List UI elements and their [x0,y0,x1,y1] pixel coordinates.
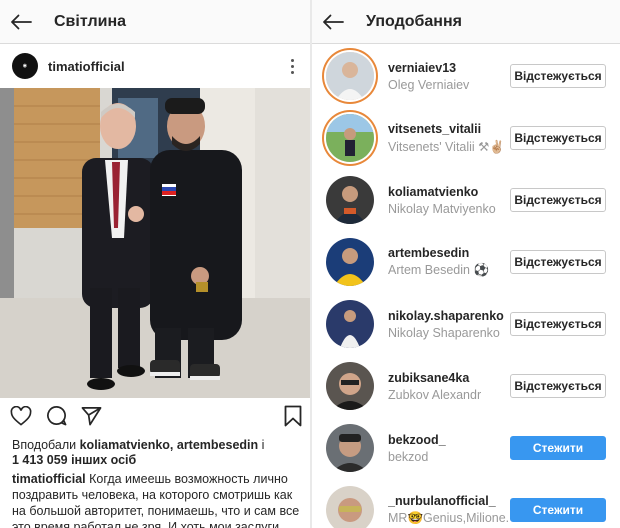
avatar[interactable] [326,424,374,472]
avatar[interactable] [326,238,374,286]
username[interactable]: koliamatvienko [388,185,508,199]
likes-screen: Уподобання verniaiev13 Oleg Verniaiev Від… [312,0,620,528]
full-name: Nikolay Matviyenko [388,201,496,216]
photo-header: Світлина [0,0,312,44]
username[interactable]: nikolay.shaparenko [388,309,508,323]
list-item[interactable]: bekzood_bekzod Стежити [312,417,620,479]
full-name: Artem Besedin ⚽ [388,263,490,277]
post-header: ◉ timatiofficial [0,44,312,88]
following-button[interactable]: Відстежується [510,126,606,150]
username[interactable]: zubiksane4ka [388,371,508,385]
photo-screen: Світлина ◉ timatiofficial Вподобали koli… [0,0,312,528]
avatar[interactable] [326,114,374,162]
list-item[interactable]: zubiksane4ka Zubkov Alexandr Відстежуєтьс… [312,355,620,417]
likes-prefix: Вподобали [12,438,80,452]
post-actions [0,398,312,438]
list-item[interactable]: _nurbulanofficial_ MR🤓Genius,Milione... С… [312,479,620,528]
following-button[interactable]: Відстежується [510,188,606,212]
photo-illustration [0,88,310,398]
page-title: Світлина [54,12,127,30]
caption-username[interactable]: timatiofficial [12,472,86,486]
list-item[interactable]: vitsenets_vitalii Vitsenets' Vitalii ⚒✌🏼 … [312,107,620,169]
heart-icon[interactable] [10,405,32,431]
following-button[interactable]: Відстежується [510,312,606,336]
full-name: MR🤓Genius,Milione... [388,511,508,525]
list-item[interactable]: verniaiev13 Oleg Verniaiev Відстежується [312,45,620,107]
full-name: Zubkov Alexandr [388,387,482,402]
full-name: bekzod [388,449,429,464]
following-button[interactable]: Відстежується [510,64,606,88]
avatar[interactable] [326,300,374,348]
following-button[interactable]: Відстежується [510,374,606,398]
full-name: Nikolay Shaparenko [388,325,500,340]
likes-count[interactable]: 1 413 059 інших осіб [12,453,136,467]
share-icon[interactable] [81,406,102,431]
list-item[interactable]: artembesedin Artem Besedin ⚽ Відстежуєтьс… [312,231,620,293]
avatar[interactable] [326,52,374,100]
follow-button[interactable]: Стежити [510,436,606,460]
likers-list: verniaiev13 Oleg Verniaiev Відстежується … [312,44,620,528]
username[interactable]: artembesedin [388,246,508,260]
likes-header: Уподобання [312,0,620,44]
back-arrow-icon[interactable] [10,14,32,30]
comment-icon[interactable] [46,405,67,431]
username[interactable]: vitsenets_vitalii [388,122,508,136]
post-caption: timatiofficial Когда имеешь возможность … [0,468,312,528]
follow-button[interactable]: Стежити [510,498,606,522]
list-item[interactable]: koliamatvienko Nikolay Matviyenko Відстеж… [312,169,620,231]
post-photo[interactable] [0,88,310,398]
avatar[interactable] [326,486,374,528]
likes-summary[interactable]: Вподобали koliamatvienko, artembesedin і… [0,438,312,468]
avatar[interactable] [326,176,374,224]
likes-suffix: і [258,438,265,452]
bookmark-icon[interactable] [284,405,302,432]
list-item[interactable]: nikolay.shaparenko Nikolay Shaparenko Від… [312,293,620,355]
full-name: Vitsenets' Vitalii ⚒✌🏼 [388,139,505,154]
avatar-logo-icon: ◉ [22,63,28,69]
following-button[interactable]: Відстежується [510,250,606,274]
full-name: Oleg Verniaiev [388,77,470,92]
avatar[interactable]: ◉ [12,53,38,79]
username[interactable]: bekzood_ [388,433,508,447]
username[interactable]: _nurbulanofficial_ [388,494,508,508]
back-arrow-icon[interactable] [322,14,344,30]
post-username[interactable]: timatiofficial [48,59,125,74]
avatar[interactable] [326,362,374,410]
username[interactable]: verniaiev13 [388,61,508,75]
page-title: Уподобання [366,12,462,30]
more-options-icon[interactable] [284,56,300,76]
likes-users[interactable]: koliamatvienko, artembesedin [80,438,259,452]
